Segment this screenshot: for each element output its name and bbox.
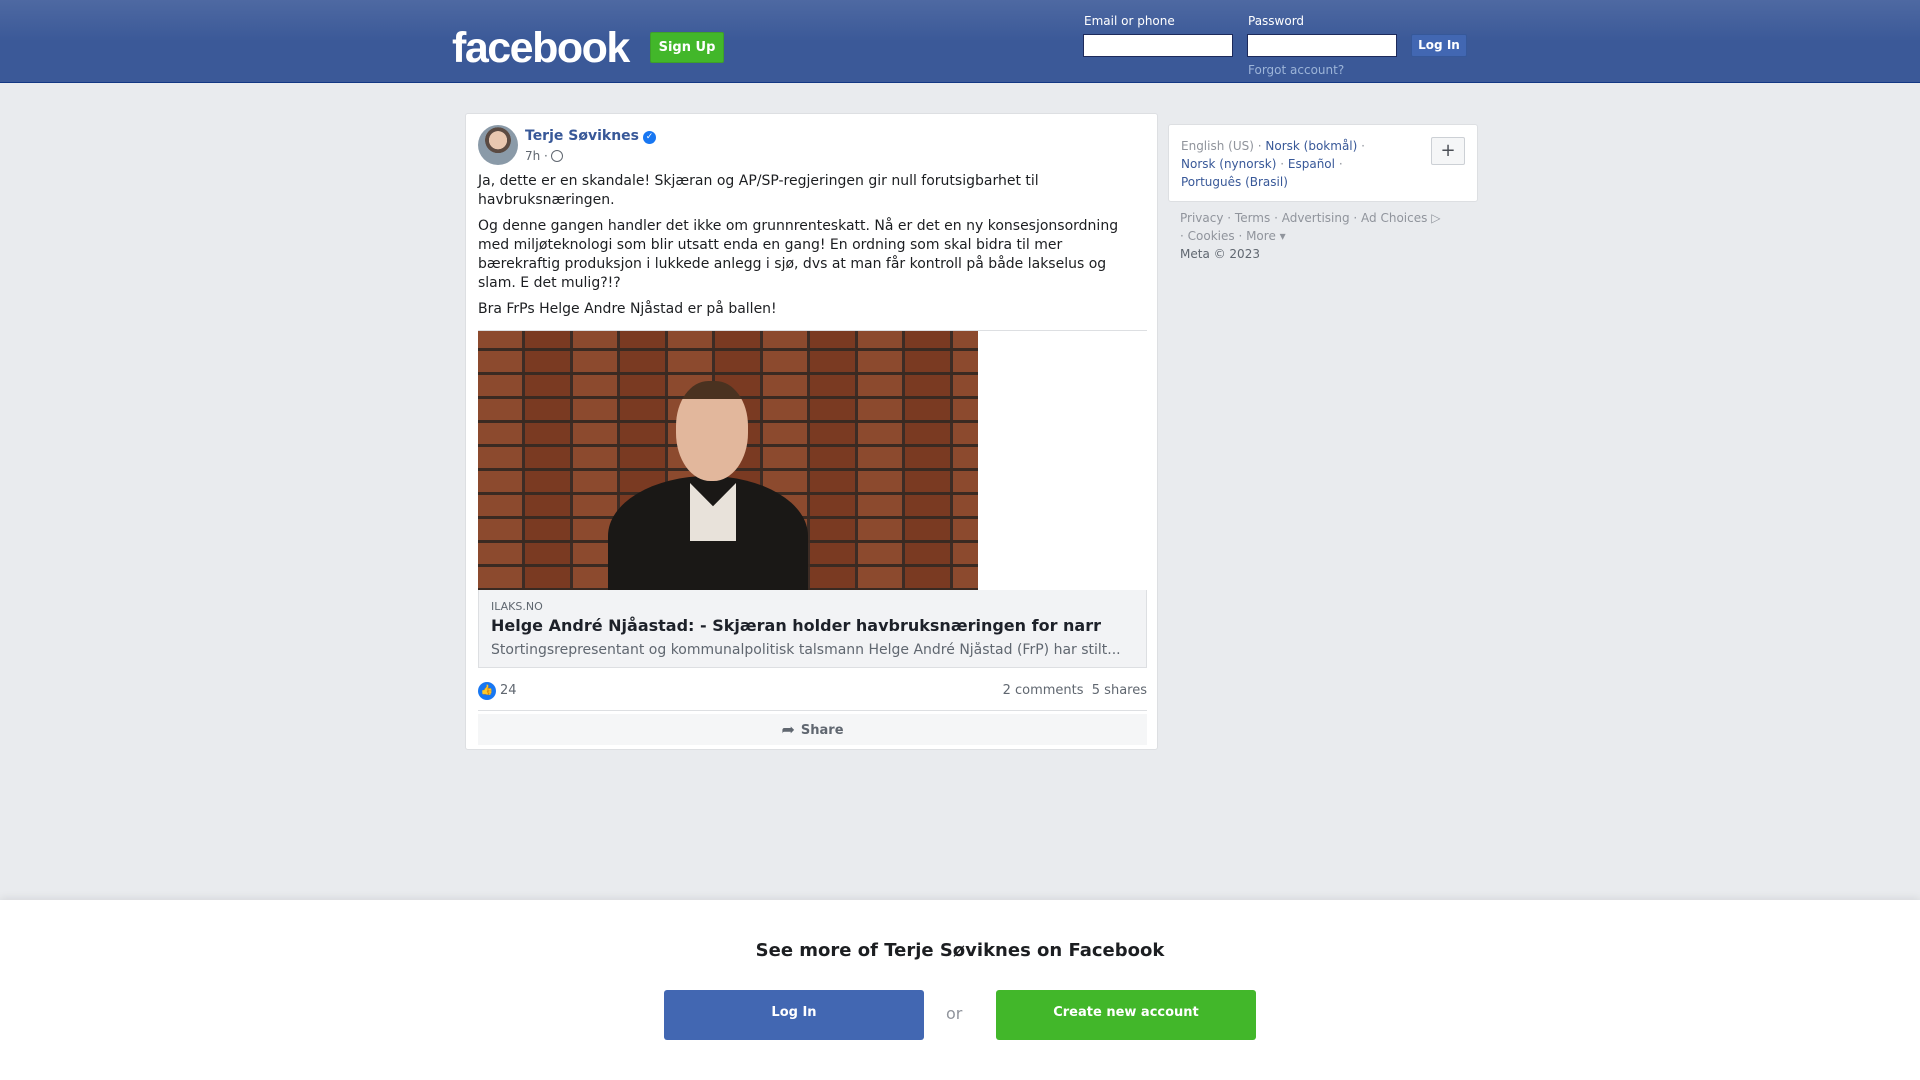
divider <box>478 710 1147 711</box>
footer-advertising[interactable]: Advertising <box>1282 211 1350 225</box>
language-link-nn[interactable]: Norsk (nynorsk) <box>1181 157 1276 171</box>
banner-or-text: or <box>946 1004 963 1023</box>
footer-privacy[interactable]: Privacy <box>1180 211 1223 225</box>
comments-shares: 2 comments 5 shares <box>1003 683 1147 698</box>
banner-headline: See more of Terje Søviknes on Facebook <box>755 940 1165 961</box>
password-label: Password <box>1248 14 1305 28</box>
log-in-button[interactable]: Log In <box>1411 34 1467 57</box>
link-domain: ILAKS.NO <box>491 600 543 613</box>
top-navigation-bar: facebook Sign Up Email or phone Password… <box>0 0 1920 83</box>
caret-down-icon: ▾ <box>1275 229 1286 243</box>
post-card: Terje Søviknes ✓ 7h · Ja, dette er en ska… <box>465 113 1158 750</box>
footer-terms[interactable]: Terms <box>1235 211 1270 225</box>
facebook-logo[interactable]: facebook <box>452 24 630 72</box>
banner-log-in-button[interactable]: Log In <box>664 990 924 1040</box>
person-portrait <box>608 371 808 591</box>
language-selector: English (US) · Norsk (bokmål) · Norsk (n… <box>1168 124 1478 202</box>
author-avatar[interactable] <box>478 125 518 165</box>
post-paragraph-2: Og denne gangen handler det ikke om grun… <box>478 218 1119 291</box>
footer-more[interactable]: More <box>1246 229 1276 243</box>
share-count[interactable]: 5 shares <box>1092 683 1147 698</box>
link-description: Stortingsrepresentant og kommunalpolitis… <box>491 642 1121 658</box>
link-preview[interactable]: ILAKS.NO Helge André Njåastad: - Skjæran… <box>478 590 1147 668</box>
current-language: English (US) <box>1181 139 1254 153</box>
copyright: Meta © 2023 <box>1180 247 1260 261</box>
sign-up-button[interactable]: Sign Up <box>650 32 724 63</box>
like-count[interactable]: 24 <box>500 683 517 698</box>
language-link-nb[interactable]: Norsk (bokmål) <box>1265 139 1357 153</box>
post-stats: 👍 24 2 comments 5 shares <box>478 678 1147 708</box>
share-label: Share <box>800 723 844 738</box>
login-banner: See more of Terje Søviknes on Facebook L… <box>0 900 1920 1080</box>
link-preview-image-area[interactable] <box>478 330 1147 591</box>
share-arrow-icon: ➦ <box>781 720 795 739</box>
footer-ad-choices[interactable]: Ad Choices <box>1361 211 1427 225</box>
author-name-text[interactable]: Terje Søviknes <box>525 128 639 144</box>
email-label: Email or phone <box>1084 14 1175 28</box>
footer-links: Privacy · Terms · Advertising · Ad Choic… <box>1180 211 1441 261</box>
like-reaction-icon: 👍 <box>478 682 496 700</box>
post-paragraph-1: Ja, dette er en skandale! Skjæran og AP/… <box>478 173 1039 208</box>
footer-cookies[interactable]: Cookies <box>1188 229 1235 243</box>
link-title[interactable]: Helge André Njåastad: - Skjæran holder h… <box>491 616 1101 635</box>
password-input[interactable] <box>1247 34 1397 57</box>
post-time[interactable]: 7h · <box>525 149 548 163</box>
verified-badge-icon: ✓ <box>643 131 656 144</box>
create-account-button[interactable]: Create new account <box>996 990 1256 1040</box>
share-button[interactable]: ➦ Share <box>478 714 1147 745</box>
comment-count[interactable]: 2 comments <box>1003 683 1084 698</box>
language-link-es[interactable]: Español <box>1288 157 1335 171</box>
ad-choices-icon: ▷ <box>1427 211 1441 225</box>
email-input[interactable] <box>1083 34 1233 57</box>
language-link-pt-br[interactable]: Português (Brasil) <box>1181 175 1288 189</box>
link-preview-photo[interactable] <box>478 331 978 591</box>
post-paragraph-3: Bra FrPs Helge Andre Njåstad er på balle… <box>478 301 777 317</box>
more-languages-button[interactable]: + <box>1431 137 1465 165</box>
globe-icon <box>550 150 563 162</box>
post-meta: 7h · <box>525 149 563 163</box>
author-name[interactable]: Terje Søviknes ✓ <box>525 128 656 144</box>
forgot-account-link[interactable]: Forgot account? <box>1248 63 1344 77</box>
